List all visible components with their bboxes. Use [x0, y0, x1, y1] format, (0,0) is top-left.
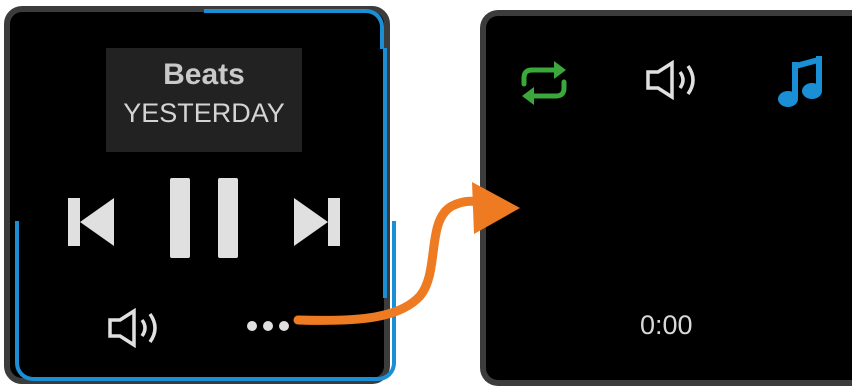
transition-arrow: [293, 182, 520, 325]
